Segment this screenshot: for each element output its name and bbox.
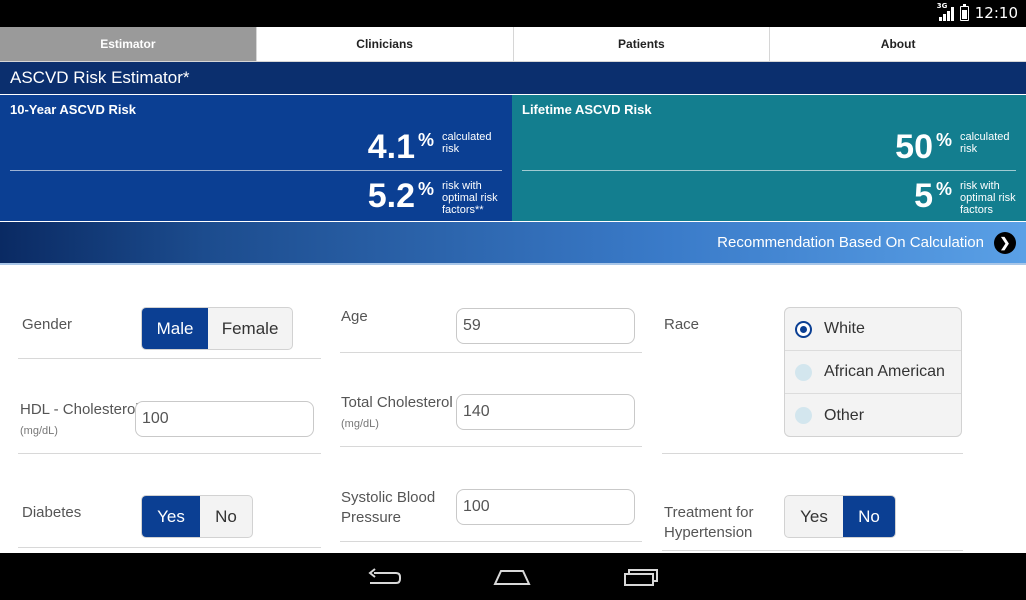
- recommendation-button[interactable]: Recommendation Based On Calculation ❯: [0, 222, 1026, 265]
- lifetime-calculated-value: 50: [895, 128, 933, 166]
- divider: [18, 547, 321, 548]
- ten-year-risk-title: 10-Year ASCVD Risk: [10, 102, 136, 117]
- ten-year-divider: [10, 170, 502, 171]
- back-button[interactable]: [354, 553, 414, 600]
- recent-apps-icon: [624, 568, 658, 586]
- page-title: ASCVD Risk Estimator*: [0, 62, 1026, 94]
- divider: [340, 541, 642, 542]
- age-input[interactable]: 59: [456, 308, 635, 344]
- home-icon: [493, 569, 531, 585]
- divider: [18, 453, 321, 454]
- hypertension-no-option[interactable]: No: [842, 496, 895, 537]
- total-cholesterol-label: Total Cholesterol: [341, 394, 453, 411]
- lifetime-optimal-row: 5 % risk with optimal risk factors: [914, 179, 1020, 216]
- gender-label: Gender: [22, 316, 73, 333]
- hypertension-label-line2: Hypertension: [664, 524, 753, 541]
- tab-about[interactable]: About: [770, 27, 1026, 62]
- systolic-label-line2: Pressure: [341, 509, 402, 526]
- lifetime-calculated-unit: %: [935, 130, 952, 150]
- network-type: 3G: [936, 2, 948, 10]
- ten-year-optimal-unit: %: [417, 179, 434, 199]
- age-label: Age: [341, 308, 368, 325]
- total-cholesterol-unit: (mg/dL): [341, 418, 379, 430]
- tab-bar: Estimator Clinicians Patients About: [0, 27, 1026, 62]
- hypertension-label-line1: Treatment for: [664, 504, 754, 521]
- race-option-label: White: [824, 320, 865, 337]
- race-option-african-american[interactable]: African American: [785, 351, 961, 394]
- gender-male-option[interactable]: Male: [142, 308, 209, 349]
- divider: [340, 352, 642, 353]
- hypertension-toggle: Yes No: [784, 495, 896, 538]
- race-option-white[interactable]: White: [785, 308, 961, 351]
- radio-unselected-icon: [795, 407, 812, 424]
- divider: [18, 358, 321, 359]
- home-button[interactable]: [482, 553, 542, 600]
- tab-patients[interactable]: Patients: [513, 27, 771, 62]
- lifetime-calculated-desc: calculated risk: [960, 131, 1010, 155]
- lifetime-divider: [522, 170, 1016, 171]
- gender-toggle: Male Female: [141, 307, 293, 350]
- lifetime-risk-title: Lifetime ASCVD Risk: [522, 102, 652, 117]
- recommendation-label: Recommendation Based On Calculation: [717, 234, 984, 251]
- total-cholesterol-input[interactable]: 140: [456, 394, 635, 430]
- lifetime-risk-panel: Lifetime ASCVD Risk 50 % calculated risk…: [512, 95, 1026, 221]
- race-option-label: African American: [824, 363, 945, 380]
- clock: 12:10: [974, 4, 1018, 22]
- battery-icon: [959, 3, 969, 21]
- divider: [340, 446, 642, 447]
- tab-estimator[interactable]: Estimator: [0, 27, 257, 62]
- ten-year-risk-panel: 10-Year ASCVD Risk 4.1 % calculated risk…: [0, 95, 512, 221]
- back-icon: [368, 567, 401, 584]
- ten-year-calculated-row: 4.1 % calculated risk: [368, 130, 502, 164]
- radio-selected-icon: [795, 320, 812, 338]
- status-bar: 3G 12:10: [0, 0, 1026, 27]
- race-label: Race: [664, 316, 700, 333]
- hypertension-yes-option[interactable]: Yes: [785, 496, 843, 537]
- ten-year-optimal-value: 5.2: [367, 177, 415, 215]
- systolic-input[interactable]: 100: [456, 489, 635, 525]
- hdl-unit: (mg/dL): [20, 425, 58, 437]
- ten-year-calculated-unit: %: [417, 130, 434, 150]
- lifetime-optimal-desc: risk with optimal risk factors: [960, 180, 1016, 216]
- race-option-label: Other: [824, 406, 865, 424]
- race-radio-group: White African American Other: [784, 307, 962, 437]
- ten-year-calculated-desc: calculated risk: [442, 131, 492, 155]
- diabetes-yes-option[interactable]: Yes: [142, 496, 200, 537]
- systolic-label-line1: Systolic Blood: [341, 489, 436, 506]
- race-option-other[interactable]: Other: [785, 394, 961, 436]
- diabetes-label: Diabetes: [22, 504, 82, 521]
- diabetes-toggle: Yes No: [141, 495, 253, 538]
- hdl-input[interactable]: 100: [135, 401, 314, 437]
- lifetime-optimal-value: 5: [914, 177, 933, 215]
- lifetime-optimal-unit: %: [935, 179, 952, 199]
- ten-year-optimal-row: 5.2 % risk with optimal risk factors**: [368, 179, 502, 216]
- radio-unselected-icon: [795, 363, 812, 381]
- recent-apps-button[interactable]: [611, 553, 671, 600]
- chevron-right-icon: ❯: [994, 232, 1016, 254]
- ten-year-calculated-value: 4.1: [367, 128, 415, 166]
- divider: [662, 550, 963, 551]
- ten-year-optimal-desc: risk with optimal risk factors**: [442, 180, 498, 216]
- lifetime-calculated-row: 50 % calculated risk: [895, 130, 1020, 164]
- navigation-bar: [0, 553, 1026, 600]
- diabetes-no-option[interactable]: No: [200, 496, 252, 537]
- hdl-label: HDL - Cholesterol: [20, 401, 139, 418]
- gender-female-option[interactable]: Female: [208, 308, 292, 349]
- signal-icon: 3G: [936, 2, 954, 21]
- divider: [662, 453, 963, 454]
- tab-clinicians[interactable]: Clinicians: [256, 27, 514, 62]
